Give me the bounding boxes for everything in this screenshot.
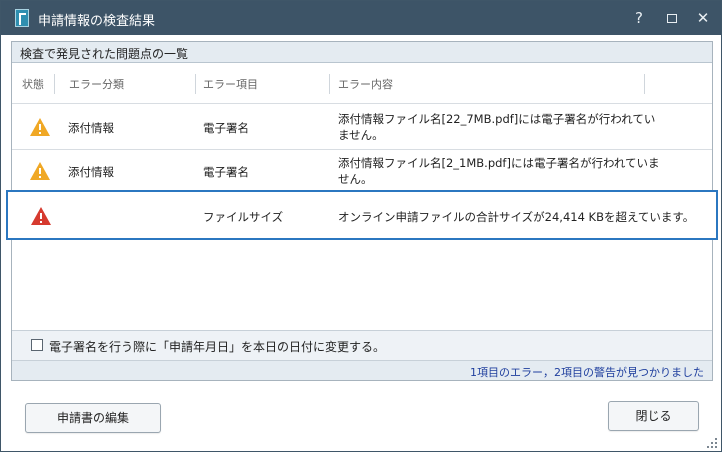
dialog-window: 申請情報の検査結果 ? ✕ 検査で発見された問題点の一覧 状態 エラー分類 エラ…: [0, 0, 722, 452]
item-cell: 電子署名: [203, 121, 249, 135]
content-cell-line1: オンライン申請ファイルの合計サイズが24,414 KBを超えています。: [338, 210, 695, 224]
content-cell-line2: せん。: [338, 172, 373, 186]
column-divider[interactable]: [329, 74, 330, 94]
status-message: 1項目のエラー，2項目の警告が見つかりました: [470, 366, 704, 379]
content-cell-line1: 添付情報ファイル名[22_7MB.pdf]には電子署名が行われてい: [338, 112, 656, 126]
help-button[interactable]: ?: [626, 6, 652, 30]
maximize-button[interactable]: [659, 6, 685, 30]
table-row[interactable]: 添付情報 電子署名 添付情報ファイル名[2_1MB.pdf]には電子署名が行われ…: [12, 151, 712, 191]
content-cell-line2: ません。: [338, 128, 384, 142]
group-header: 検査で発見された問題点の一覧: [12, 42, 712, 63]
column-header-status[interactable]: 状態: [22, 76, 52, 92]
checkbox-label[interactable]: 電子署名を行う際に「申請年月日」を本日の日付に変更する。: [49, 338, 385, 355]
close-button[interactable]: 閉じる: [608, 401, 699, 431]
category-cell: 添付情報: [68, 121, 114, 135]
update-date-checkbox[interactable]: [31, 339, 43, 351]
column-header-content[interactable]: エラー内容: [338, 76, 393, 92]
table-row-selected[interactable]: ファイルサイズ オンライン申請ファイルの合計サイズが24,414 KBを超えてい…: [6, 190, 718, 240]
warning-icon: [30, 162, 50, 180]
edit-application-button[interactable]: 申請書の編集: [25, 403, 161, 433]
column-divider[interactable]: [644, 74, 645, 94]
category-cell: 添付情報: [68, 165, 114, 179]
issues-group: 検査で発見された問題点の一覧 状態 エラー分類 エラー項目 エラー内容 添付情報…: [6, 41, 718, 381]
resize-grip-icon[interactable]: [706, 437, 718, 449]
maximize-icon: [667, 14, 677, 23]
status-bar: 1項目のエラー，2項目の警告が見つかりました: [12, 360, 712, 380]
table-header: 状態 エラー分類 エラー項目 エラー内容: [12, 64, 712, 104]
group-title: 検査で発見された問題点の一覧: [20, 47, 189, 61]
column-divider[interactable]: [54, 74, 55, 94]
window-title: 申請情報の検査結果: [38, 14, 156, 29]
close-window-button[interactable]: ✕: [690, 6, 716, 30]
table-row[interactable]: 添付情報 電子署名 添付情報ファイル名[22_7MB.pdf]には電子署名が行わ…: [12, 105, 712, 150]
error-icon: [31, 207, 51, 225]
content-cell-line1: 添付情報ファイル名[2_1MB.pdf]には電子署名が行われていま: [338, 156, 660, 170]
warning-icon: [30, 118, 50, 136]
option-area: 電子署名を行う際に「申請年月日」を本日の日付に変更する。: [12, 330, 712, 360]
column-divider[interactable]: [195, 74, 196, 94]
item-cell: 電子署名: [203, 165, 249, 179]
column-header-category[interactable]: エラー分類: [69, 76, 124, 92]
item-cell: ファイルサイズ: [203, 210, 284, 224]
app-icon: [15, 9, 29, 27]
column-header-item[interactable]: エラー項目: [203, 76, 258, 92]
title-bar[interactable]: 申請情報の検査結果 ? ✕: [1, 1, 721, 35]
